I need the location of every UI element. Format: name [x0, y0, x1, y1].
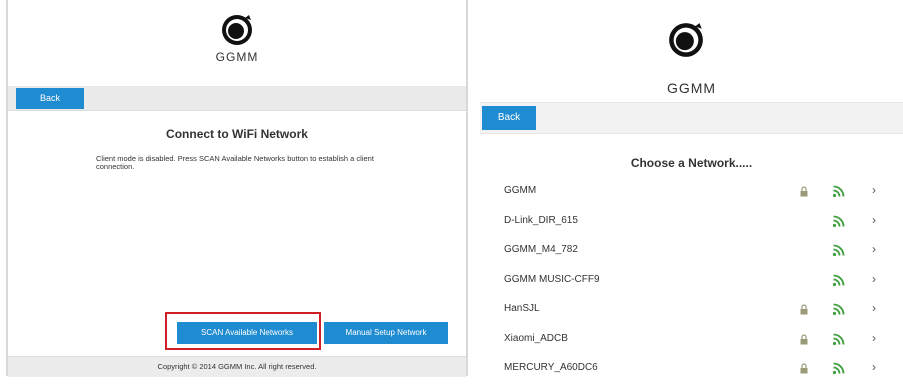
- manual-setup-button[interactable]: Manual Setup Network: [324, 322, 448, 344]
- page-title: Choose a Network.....: [630, 156, 753, 170]
- ggmm-logo-icon: [222, 15, 252, 45]
- chevron-right-icon: ›: [872, 271, 876, 286]
- network-row[interactable]: GGMM MUSIC-CFF9 ›: [480, 267, 903, 297]
- chevron-right-icon: ›: [872, 360, 876, 374]
- network-name: HanSJL: [504, 303, 540, 314]
- wifi-signal-icon: [832, 362, 845, 375]
- network-row[interactable]: GGMM ›: [480, 178, 903, 208]
- network-list: GGMM › D-Link_DIR_615 › GGMM_M4_782 › GG…: [480, 178, 903, 385]
- page-title: Connect to WiFi Network: [166, 127, 308, 141]
- network-name: GGMM_M4_782: [504, 244, 578, 255]
- network-name: D-Link_DIR_615: [504, 214, 578, 226]
- network-name: GGMM: [504, 185, 537, 196]
- lock-icon: [800, 186, 808, 197]
- wifi-signal-icon: [832, 185, 845, 198]
- chevron-right-icon: ›: [872, 242, 876, 256]
- brand-name: GGMM: [666, 80, 717, 96]
- lock-icon: [800, 333, 808, 344]
- network-row[interactable]: MERCURY_A60DC6 ›: [480, 355, 903, 385]
- wifi-signal-icon: [832, 215, 845, 227]
- footer-copyright: Copyright © 2014 GGMM Inc. All right res…: [8, 356, 466, 377]
- network-name: GGMM MUSIC-CFF9: [504, 273, 600, 285]
- choose-network-screen: GGMM Back Choose a Network..... GGMM › D…: [480, 10, 903, 376]
- scan-networks-button[interactable]: SCAN Available Networks: [177, 322, 317, 344]
- brand-name: GGMM: [215, 50, 259, 64]
- lock-icon: [800, 304, 808, 315]
- chevron-right-icon: ›: [872, 183, 876, 197]
- wifi-signal-icon: [832, 244, 845, 257]
- network-name: MERCURY_A60DC6: [504, 362, 598, 373]
- wifi-signal-icon: [832, 274, 845, 286]
- chevron-right-icon: ›: [872, 301, 876, 315]
- status-message: Client mode is disabled. Press SCAN Avai…: [96, 154, 374, 171]
- back-button[interactable]: Back: [16, 88, 84, 109]
- network-row[interactable]: GGMM_M4_782 ›: [480, 237, 903, 267]
- back-button[interactable]: Back: [482, 106, 536, 130]
- top-bar: [480, 102, 903, 134]
- lock-icon: [800, 363, 808, 374]
- ggmm-logo-icon: [669, 23, 703, 57]
- chevron-right-icon: ›: [872, 212, 876, 227]
- network-name: Xiaomi_ADCB: [504, 332, 568, 344]
- network-row[interactable]: HanSJL ›: [480, 296, 903, 326]
- chevron-right-icon: ›: [872, 330, 876, 345]
- connect-wifi-screen: GGMM Back Connect to WiFi Network Client…: [6, 0, 468, 377]
- network-row[interactable]: Xiaomi_ADCB ›: [480, 326, 903, 356]
- wifi-signal-icon: [832, 333, 845, 345]
- network-row[interactable]: D-Link_DIR_615 ›: [480, 208, 903, 238]
- wifi-signal-icon: [832, 303, 845, 316]
